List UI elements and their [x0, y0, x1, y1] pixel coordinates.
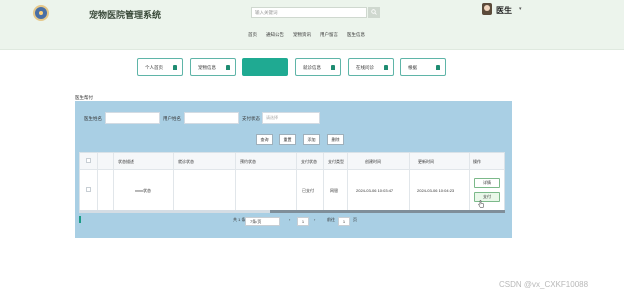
col-actions: 操作	[473, 159, 481, 164]
lock-icon	[331, 65, 335, 70]
module-active[interactable]	[242, 58, 288, 76]
module-personal[interactable]: 个人首页	[137, 58, 183, 76]
user-name[interactable]: 医生	[496, 5, 512, 16]
nav-pet-news[interactable]: 宠物资讯	[293, 32, 311, 38]
pay-filter-label: 支付状态	[242, 116, 260, 121]
nav-home[interactable]: 首页	[248, 32, 257, 38]
scrollbar-thumb[interactable]	[270, 210, 505, 213]
lock-icon	[226, 65, 230, 70]
col-visit-status: 就诊状态	[178, 159, 194, 164]
nav-notice[interactable]: 通知公告	[266, 32, 284, 38]
module-bar: 个人首页 宠物信息 就诊信息 在线问诊 根据	[0, 58, 624, 76]
col-updated: 更新时间	[418, 159, 434, 164]
search-input[interactable]: 输入关键词	[251, 7, 367, 18]
detail-button[interactable]: 详情	[474, 178, 500, 188]
cell-created: 2024-03-06 10:03:47	[356, 188, 394, 193]
hand-cursor-icon	[478, 200, 484, 208]
logo-icon	[33, 5, 49, 21]
col-pay-type: 支付类型	[328, 159, 344, 164]
app-title: 宠物医院管理系统	[89, 10, 162, 20]
lock-icon	[436, 65, 440, 70]
cell-pay-type: 网银	[330, 188, 338, 193]
avatar[interactable]	[482, 3, 492, 15]
app-header: 宠物医院管理系统 输入关键词 医生 ▾ 首页 通知公告 宠物资讯 用户留言 医生…	[0, 0, 624, 50]
nav-doctors[interactable]: 医生信息	[347, 32, 365, 38]
prev-page-button[interactable]: ‹	[289, 217, 290, 226]
cell-updated: 2024-03-06 10:04:23	[417, 188, 455, 193]
module-visit-info[interactable]: 就诊信息	[295, 58, 341, 76]
next-page-button[interactable]: ›	[314, 217, 315, 226]
table-header: 状态描述 就诊状态 预约状态 支付状态 支付类型 创建时间 更新时间 操作	[80, 153, 504, 170]
cell-pay-status: 已支付	[302, 188, 314, 193]
goto-label: 前往	[327, 217, 335, 222]
table-row: xxxx状态 已支付 网银 2024-03-06 10:03:47 2024-0…	[80, 170, 504, 210]
col-appointment-status: 预约状态	[240, 159, 256, 164]
side-marker	[79, 216, 81, 223]
add-button[interactable]: 添加	[303, 134, 320, 145]
query-button[interactable]: 查询	[256, 134, 273, 145]
data-table: 状态描述 就诊状态 预约状态 支付状态 支付类型 创建时间 更新时间 操作 xx…	[79, 152, 505, 210]
cell-status-desc: xxxx状态	[135, 188, 151, 193]
module-online-consult[interactable]: 在线问诊	[348, 58, 394, 76]
page-size-select[interactable]: 7条/页	[245, 217, 280, 226]
doctor-name-input[interactable]	[105, 112, 160, 124]
col-created: 创建时间	[365, 159, 381, 164]
nav-messages[interactable]: 用户留言	[320, 32, 338, 38]
row-checkbox[interactable]	[86, 187, 91, 192]
user-filter-label: 用户姓名	[163, 116, 181, 121]
col-status-desc: 状态描述	[118, 159, 134, 164]
select-all-checkbox[interactable]	[86, 158, 91, 163]
search-icon	[371, 9, 377, 15]
chevron-down-icon[interactable]: ▾	[519, 6, 522, 12]
current-page[interactable]: 1	[297, 217, 309, 226]
doctor-filter-label: 医生姓名	[84, 116, 102, 121]
lock-icon	[384, 65, 388, 70]
top-nav: 首页 通知公告 宠物资讯 用户留言 医生信息	[248, 32, 374, 38]
module-basis[interactable]: 根据	[400, 58, 446, 76]
reset-button[interactable]: 重置	[279, 134, 296, 145]
goto-page-input[interactable]: 1	[338, 217, 350, 226]
user-name-input[interactable]	[184, 112, 239, 124]
col-pay-status: 支付状态	[301, 159, 317, 164]
module-pet-info[interactable]: 宠物信息	[190, 58, 236, 76]
watermark: CSDN @vx_CXKF10088	[499, 280, 589, 289]
delete-button[interactable]: 删除	[327, 134, 344, 145]
pagination-total: 共 1 条	[233, 217, 246, 222]
search-button[interactable]	[368, 7, 380, 18]
pay-status-select[interactable]: 请选择	[262, 112, 320, 124]
lock-icon	[173, 65, 177, 70]
page-unit: 页	[353, 217, 357, 222]
